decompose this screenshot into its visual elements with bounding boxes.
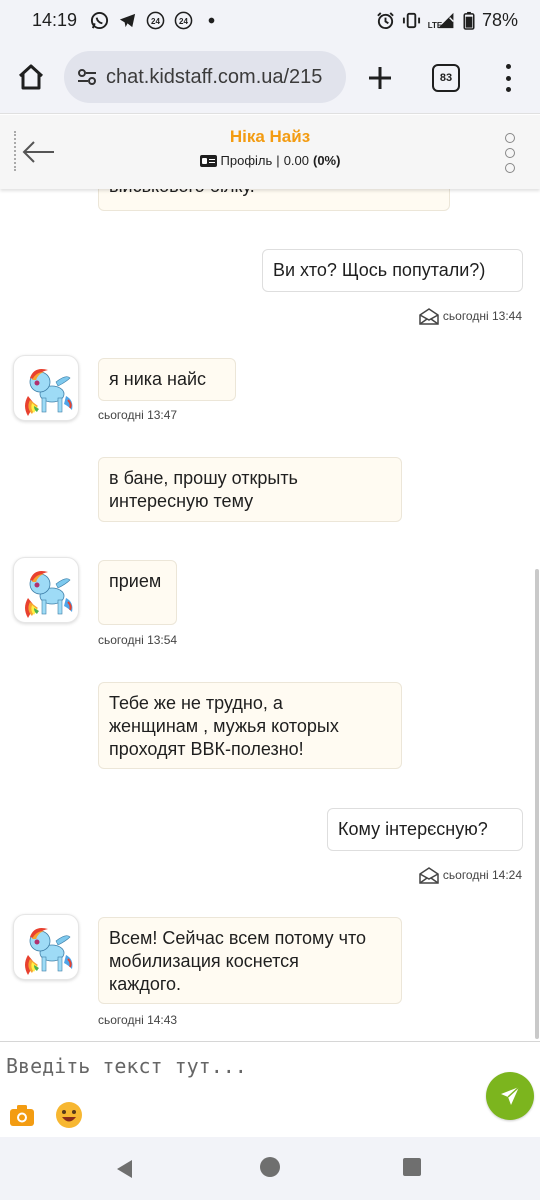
alarm-icon (376, 11, 395, 30)
rating-percent: (0%) (313, 153, 341, 168)
attach-photo-button[interactable] (8, 1102, 36, 1128)
menu-dot (505, 133, 515, 143)
system-icons: LTE 78% (376, 10, 518, 31)
system-navigation-bar (0, 1137, 540, 1200)
message-bubble-outgoing: Кому інтерєсную? (327, 808, 523, 851)
browser-toolbar: chat.kidstaff.com.ua/215 83 (0, 42, 540, 114)
chat-menu-button[interactable] (504, 133, 516, 173)
message-time-incoming: сьогодні 13:54 (98, 633, 178, 647)
24-icon: 24 (146, 11, 165, 30)
message-time-incoming: сьогодні 14:43 (98, 1013, 178, 1027)
envelope-open-icon (419, 867, 439, 884)
message-bubble-incoming: Тебе же не трудно, а женщинам , мужья ко… (98, 682, 402, 769)
rating-value: 0.00 (283, 153, 309, 168)
menu-dot (505, 148, 515, 158)
plus-icon (369, 67, 391, 89)
info-separator: | (276, 153, 280, 168)
message-bubble-incoming: військового білку. (98, 189, 450, 211)
message-bubble-incoming: я ника найс (98, 358, 236, 401)
chat-header: Ніка Найз Профіль | 0.00 (0%) (0, 115, 540, 189)
avatar[interactable] (13, 355, 79, 421)
profile-link[interactable]: Профіль (221, 153, 273, 168)
chat-contact-info: Профіль | 0.00 (0%) (0, 153, 540, 168)
message-bubble-incoming: Всем! Сейчас всем потому что мобилизация… (98, 917, 402, 1004)
address-bar[interactable]: chat.kidstaff.com.ua/215 (64, 51, 346, 103)
whatsapp-icon (90, 11, 109, 30)
message-bubble-incoming: прием (98, 560, 177, 625)
tab-switcher-button[interactable]: 83 (432, 64, 460, 92)
nav-back-button[interactable] (114, 1158, 136, 1180)
message-time-outgoing: сьогодні 13:44 (418, 307, 522, 325)
triangle-back-icon (117, 1160, 132, 1178)
composer (0, 1041, 540, 1137)
message-list[interactable]: військового білку. Ви хто? Щось попутали… (0, 189, 540, 1041)
camera-icon (10, 1105, 34, 1126)
chat-contact-name[interactable]: Ніка Найз (0, 127, 540, 147)
site-settings-icon[interactable] (76, 66, 98, 88)
smiley-icon (56, 1102, 82, 1128)
send-button[interactable] (486, 1072, 534, 1120)
avatar[interactable] (13, 557, 79, 623)
menu-dot (505, 75, 511, 81)
time-label: сьогодні 13:44 (442, 309, 522, 323)
avatar[interactable] (13, 914, 79, 980)
status-bar: 14:19 24 24 LTE 78% (0, 0, 540, 42)
home-icon (18, 64, 44, 90)
envelope-open-icon (419, 308, 439, 325)
nav-recents-button[interactable] (403, 1158, 421, 1176)
message-bubble-incoming: в бане, прошу открыть интересную тему (98, 457, 402, 522)
24-icon: 24 (174, 11, 193, 30)
telegram-icon (118, 11, 137, 30)
menu-dot (505, 163, 515, 173)
profile-card-icon[interactable] (199, 154, 217, 167)
new-tab-button[interactable] (364, 62, 396, 94)
home-button[interactable] (16, 62, 46, 92)
menu-dot (505, 87, 511, 92)
emoji-button[interactable] (54, 1100, 84, 1130)
pony-avatar-icon (25, 369, 73, 416)
browser-menu-button[interactable] (496, 60, 520, 96)
pony-avatar-icon (25, 928, 73, 975)
message-time-outgoing: сьогодні 14:24 (418, 866, 522, 884)
status-time: 14:19 (32, 10, 78, 30)
message-input[interactable] (0, 1046, 470, 1086)
message-time-incoming: сьогодні 13:47 (98, 408, 178, 422)
dot-icon (202, 11, 221, 30)
badge-24-label: 24 (179, 16, 188, 26)
battery-level: 78% (481, 10, 518, 30)
battery-icon (463, 11, 475, 30)
tab-count: 83 (439, 72, 453, 84)
send-icon (501, 1086, 520, 1105)
nav-home-button[interactable] (260, 1157, 280, 1177)
scrollbar[interactable] (535, 569, 539, 1039)
badge-24-label: 24 (151, 16, 160, 26)
notification-icons: 24 24 (90, 11, 221, 30)
time-label: сьогодні 14:24 (442, 868, 522, 882)
url-text: chat.kidstaff.com.ua/215 (106, 66, 323, 88)
pony-avatar-icon (25, 571, 73, 618)
message-bubble-outgoing: Ви хто? Щось попутали?) (262, 249, 523, 292)
signal-icon: LTE (428, 11, 456, 30)
network-label: LTE (427, 20, 443, 30)
vibrate-icon (402, 11, 421, 30)
menu-dot (505, 64, 511, 69)
